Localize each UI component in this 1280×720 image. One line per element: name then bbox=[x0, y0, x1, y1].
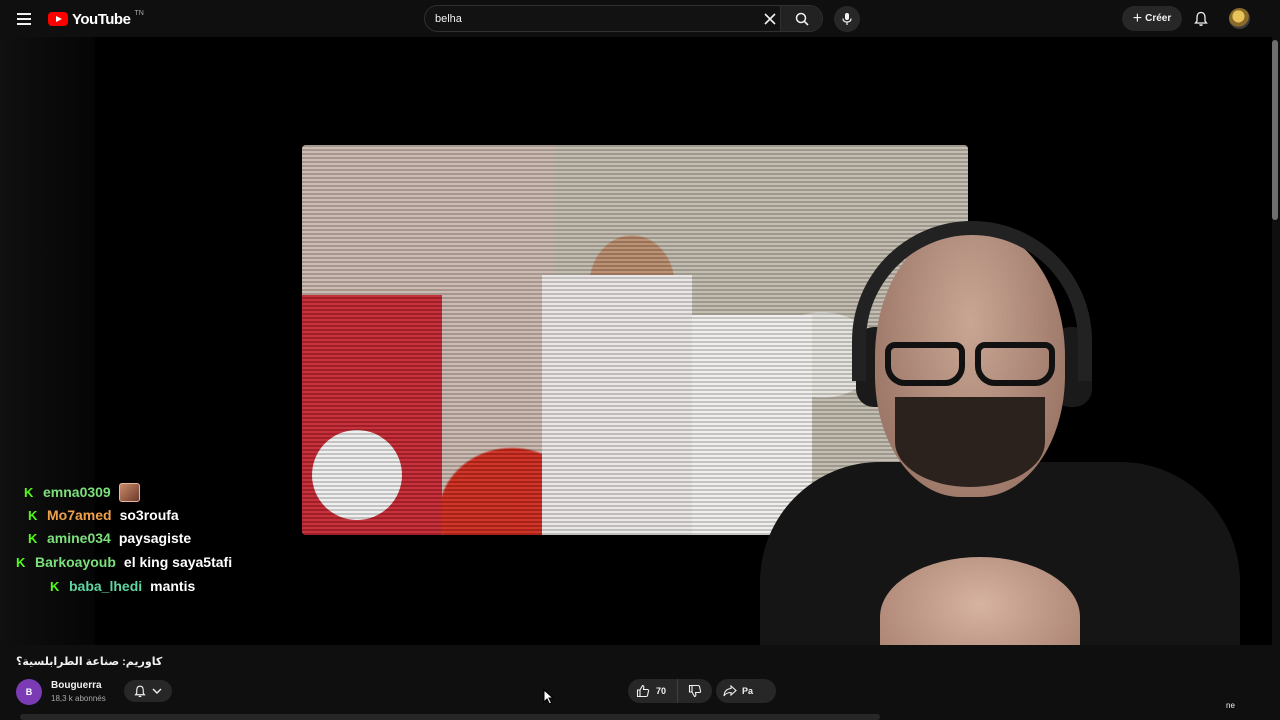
thumbs-up-icon bbox=[636, 684, 650, 698]
chat-message: paysagiste bbox=[118, 530, 192, 546]
chat-username: Mo7amed bbox=[47, 507, 112, 523]
subscriber-count: 18,3 k abonnés bbox=[51, 694, 106, 703]
emote-icon bbox=[118, 482, 140, 502]
chat-message: el king saya5tafi bbox=[123, 554, 233, 570]
chat-line: K baba_lhedi mantis bbox=[50, 576, 195, 596]
chat-username: Barkoayoub bbox=[35, 554, 116, 570]
bottom-scroll-strip bbox=[20, 714, 880, 720]
chat-message: mantis bbox=[150, 578, 196, 594]
youtube-play-icon bbox=[48, 12, 68, 26]
kick-badge-icon: K bbox=[28, 507, 38, 523]
kick-badge-icon: K bbox=[24, 484, 34, 500]
video-info-bar: كاوريم: صناعة الطرابلسية؟ B Bouguerra 18… bbox=[0, 645, 1272, 720]
dislike-button[interactable] bbox=[678, 679, 712, 703]
chevron-down-icon bbox=[152, 688, 162, 694]
chat-username: amine034 bbox=[47, 530, 111, 546]
chat-line: K Mo7amed so3roufa bbox=[28, 505, 179, 525]
chat-username: baba_lhedi bbox=[69, 578, 143, 594]
streamer-webcam bbox=[760, 221, 1260, 645]
create-button[interactable]: + Créer bbox=[1122, 6, 1182, 31]
chat-line: K emna0309 bbox=[24, 482, 140, 502]
bell-icon bbox=[1194, 11, 1208, 26]
top-bar: YouTube TN + Créer bbox=[0, 0, 1280, 37]
kick-badge-icon: K bbox=[28, 530, 38, 546]
kick-badge-icon: K bbox=[16, 554, 26, 570]
mic-icon bbox=[842, 13, 852, 25]
youtube-logo[interactable]: YouTube TN bbox=[48, 9, 144, 29]
share-button[interactable]: Pa bbox=[716, 679, 776, 703]
search-input[interactable] bbox=[425, 6, 745, 31]
partial-action-label[interactable]: ne bbox=[1226, 701, 1235, 710]
search-icon bbox=[795, 12, 809, 26]
like-dislike-group: 70 bbox=[628, 679, 712, 703]
kick-badge-icon: K bbox=[50, 578, 60, 594]
close-icon[interactable] bbox=[761, 10, 779, 28]
logo-country-code: TN bbox=[134, 9, 144, 17]
chat-message: so3roufa bbox=[119, 507, 179, 523]
share-label: Pa bbox=[742, 686, 754, 696]
account-avatar[interactable] bbox=[1229, 8, 1250, 29]
search-box bbox=[424, 5, 823, 32]
search-button[interactable] bbox=[780, 6, 822, 31]
subscription-bell-button[interactable] bbox=[124, 680, 172, 702]
chat-line: K Barkoayoub el king saya5tafi bbox=[16, 552, 232, 572]
notifications-button[interactable] bbox=[1190, 8, 1212, 30]
like-count: 70 bbox=[656, 686, 667, 696]
create-label: Créer bbox=[1145, 13, 1172, 24]
like-button[interactable]: 70 bbox=[628, 679, 678, 703]
bell-icon bbox=[134, 685, 146, 697]
glasses bbox=[875, 342, 1065, 386]
voice-search-button[interactable] bbox=[834, 6, 860, 32]
logo-text: YouTube bbox=[72, 10, 131, 28]
chat-line: K amine034 paysagiste bbox=[28, 528, 191, 548]
page-scrollbar[interactable] bbox=[1272, 40, 1278, 220]
menu-icon[interactable] bbox=[12, 7, 36, 31]
plus-icon: + bbox=[1132, 9, 1143, 27]
chat-username: emna0309 bbox=[43, 484, 111, 500]
mouse-cursor-icon bbox=[543, 689, 555, 705]
share-icon bbox=[723, 685, 737, 697]
video-title: كاوريم: صناعة الطرابلسية؟ bbox=[16, 656, 163, 668]
channel-avatar[interactable]: B bbox=[16, 679, 42, 705]
channel-name[interactable]: Bouguerra bbox=[51, 680, 102, 691]
thumbs-down-icon bbox=[688, 684, 702, 698]
